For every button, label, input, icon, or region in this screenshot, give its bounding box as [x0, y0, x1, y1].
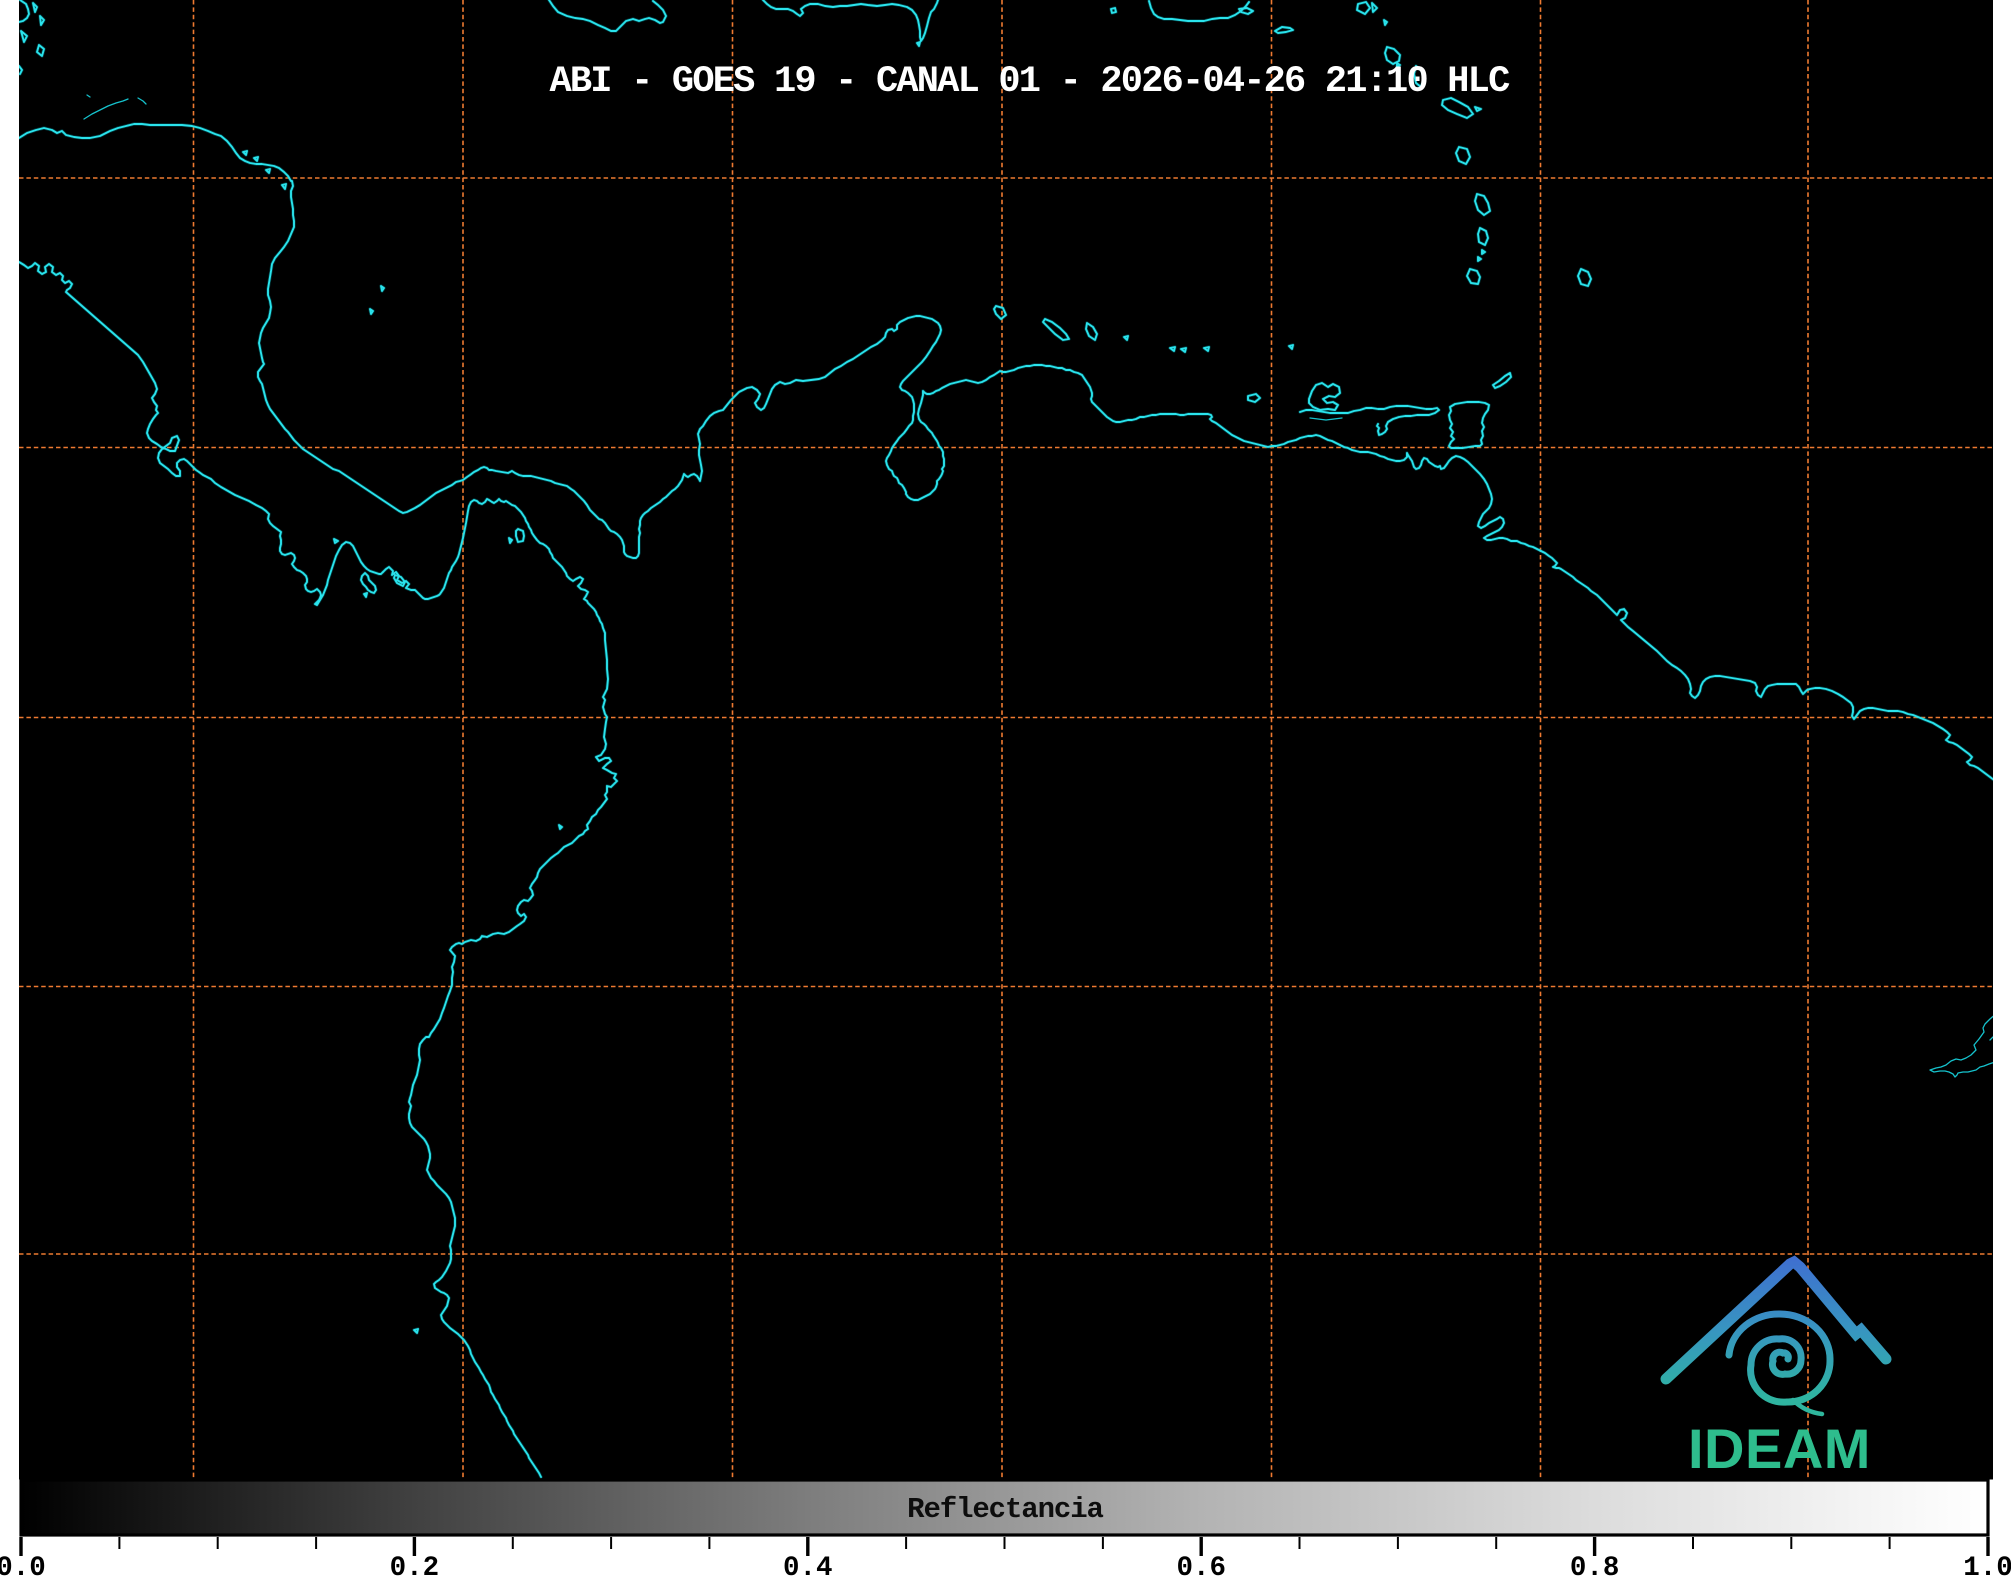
svg-text:ABI - GOES 19 - CANAL 01 - 202: ABI - GOES 19 - CANAL 01 - 2026-04-26 21…	[550, 61, 1511, 103]
svg-text:0.0: 0.0	[0, 1553, 46, 1577]
svg-text:1.0: 1.0	[1963, 1553, 2011, 1577]
svg-text:IDEAM: IDEAM	[1688, 1417, 1871, 1480]
svg-text:0.4: 0.4	[783, 1553, 833, 1577]
svg-text:0.6: 0.6	[1176, 1553, 1226, 1577]
svg-text:0.2: 0.2	[390, 1553, 440, 1577]
svg-text:0.8: 0.8	[1570, 1553, 1620, 1577]
svg-text:Reflectancia: Reflectancia	[907, 1493, 1103, 1526]
